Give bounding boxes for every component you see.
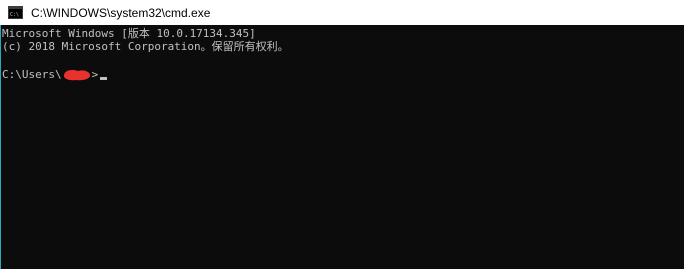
redacted-username — [62, 69, 92, 81]
cmd-icon[interactable]: C:\ — [8, 6, 23, 19]
prompt-prefix: C:\Users\ — [2, 68, 62, 81]
prompt-suffix: > — [91, 68, 99, 81]
console-prompt-line[interactable]: C:\Users\ > — [2, 68, 108, 82]
console-line-version: Microsoft Windows [版本 10.0.17134.345] — [2, 27, 256, 40]
window-border — [0, 25, 1, 269]
console-output[interactable]: Microsoft Windows [版本 10.0.17134.345] (c… — [0, 25, 684, 269]
text-cursor — [100, 77, 108, 80]
title-bar[interactable]: C:\ C:\WINDOWS\system32\cmd.exe — [0, 0, 684, 25]
svg-text:C:\: C:\ — [10, 12, 19, 18]
cmd-window: C:\ C:\WINDOWS\system32\cmd.exe Microsof… — [0, 0, 684, 269]
window-title: C:\WINDOWS\system32\cmd.exe — [31, 5, 211, 20]
console-line-copyright: (c) 2018 Microsoft Corporation。保留所有权利。 — [2, 40, 289, 53]
